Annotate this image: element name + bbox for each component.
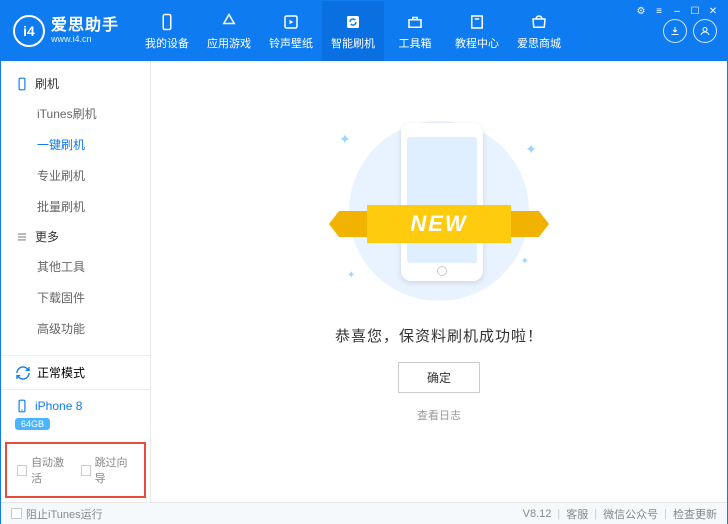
nav-toolbox[interactable]: 工具箱: [384, 1, 446, 61]
sidebar-item[interactable]: 批量刷机: [1, 191, 150, 222]
sidebar-item[interactable]: 下载固件: [1, 282, 150, 313]
auto-activate-checkbox[interactable]: 自动激活: [17, 454, 71, 486]
nav-shop[interactable]: 爱思商城: [508, 1, 570, 61]
device-panel[interactable]: iPhone 8 64GB: [1, 389, 150, 438]
app-icon: [219, 12, 239, 32]
storage-badge: 64GB: [15, 418, 50, 430]
logo-icon: i4: [13, 15, 45, 47]
nav-label: 应用游戏: [207, 35, 251, 51]
device-name: iPhone 8: [35, 399, 82, 413]
block-itunes-checkbox[interactable]: 阻止iTunes运行: [11, 506, 103, 522]
nav-refresh[interactable]: 智能刷机: [322, 1, 384, 61]
sidebar-item[interactable]: iTunes刷机: [1, 98, 150, 129]
confirm-button[interactable]: 确定: [398, 362, 480, 393]
app-header: i4 爱思助手 www.i4.cn 我的设备 应用游戏 铃声壁纸 智能刷机 工具箱 教程中…: [1, 1, 727, 61]
nav-book[interactable]: 教程中心: [446, 1, 508, 61]
nav-label: 教程中心: [455, 35, 499, 51]
success-message: 恭喜您，保资料刷机成功啦！: [335, 325, 543, 346]
list-icon: [15, 230, 29, 244]
nav-label: 智能刷机: [331, 35, 375, 51]
maximize-button[interactable]: ☐: [688, 4, 702, 18]
sidebar-group-flash: 刷机: [1, 69, 150, 98]
nav-label: 铃声壁纸: [269, 35, 313, 51]
menu-icon[interactable]: ≡: [652, 4, 666, 18]
nav-phone[interactable]: 我的设备: [136, 1, 198, 61]
logo-area: i4 爱思助手 www.i4.cn: [1, 15, 136, 47]
device-icon: [15, 398, 29, 414]
refresh-icon: [15, 365, 31, 381]
new-ribbon: NEW: [367, 205, 511, 243]
main-content: ✦ ✦ ✦ ✦ NEW 恭喜您，保资料刷机成功啦！ 确定 查看日志: [151, 61, 727, 502]
skip-wizard-checkbox[interactable]: 跳过向导: [81, 454, 135, 486]
minimize-button[interactable]: –: [670, 4, 684, 18]
account-button[interactable]: [693, 19, 717, 43]
window-controls: ⚙ ≡ – ☐ ✕: [634, 4, 720, 18]
app-title: 爱思助手: [51, 17, 119, 35]
close-button[interactable]: ✕: [706, 4, 720, 18]
mode-label: 正常模式: [37, 364, 85, 381]
sidebar: 刷机 iTunes刷机一键刷机专业刷机批量刷机 更多 其他工具下载固件高级功能 …: [1, 61, 151, 502]
phone-icon: [15, 77, 29, 91]
version-label: V8.12: [523, 508, 552, 520]
sidebar-item[interactable]: 高级功能: [1, 313, 150, 344]
mode-indicator[interactable]: 正常模式: [1, 356, 150, 389]
status-bar: 阻止iTunes运行 V8.12 | 客服 | 微信公众号 | 检查更新: [1, 502, 727, 524]
sidebar-group-more: 更多: [1, 222, 150, 251]
download-button[interactable]: [663, 19, 687, 43]
nav-label: 爱思商城: [517, 35, 561, 51]
sidebar-item[interactable]: 一键刷机: [1, 129, 150, 160]
sidebar-item[interactable]: 专业刷机: [1, 160, 150, 191]
refresh-icon: [343, 12, 363, 32]
view-log-link[interactable]: 查看日志: [417, 407, 461, 423]
nav-app[interactable]: 应用游戏: [198, 1, 260, 61]
support-link[interactable]: 客服: [566, 506, 588, 522]
success-illustration: ✦ ✦ ✦ ✦ NEW: [329, 111, 549, 311]
update-link[interactable]: 检查更新: [673, 506, 717, 522]
app-url: www.i4.cn: [51, 35, 119, 45]
wechat-link[interactable]: 微信公众号: [603, 506, 658, 522]
music-icon: [281, 12, 301, 32]
shop-icon: [529, 12, 549, 32]
toolbox-icon: [405, 12, 425, 32]
nav-label: 工具箱: [399, 35, 432, 51]
sidebar-item[interactable]: 其他工具: [1, 251, 150, 282]
nav-music[interactable]: 铃声壁纸: [260, 1, 322, 61]
highlighted-options: 自动激活 跳过向导: [5, 442, 146, 498]
phone-icon: [157, 12, 177, 32]
settings-icon[interactable]: ⚙: [634, 4, 648, 18]
top-nav: 我的设备 应用游戏 铃声壁纸 智能刷机 工具箱 教程中心 爱思商城: [136, 1, 570, 61]
nav-label: 我的设备: [145, 35, 189, 51]
book-icon: [467, 12, 487, 32]
